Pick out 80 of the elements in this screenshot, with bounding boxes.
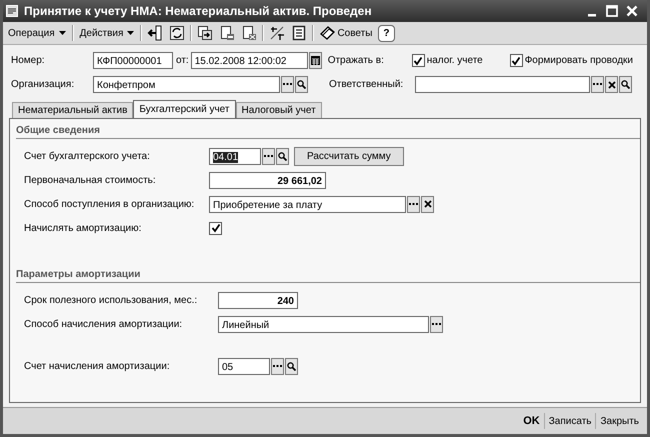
field-label: Способ начисления амортизации: bbox=[24, 318, 184, 330]
field-label: Счет начисления амортизации: bbox=[24, 360, 171, 372]
footer-button[interactable]: Закрыть bbox=[596, 416, 643, 426]
tab[interactable]: Бухгалтерский учет bbox=[133, 100, 236, 118]
input-field[interactable]: Линейный bbox=[218, 316, 429, 332]
choose-button[interactable] bbox=[407, 196, 420, 212]
footer-button[interactable]: Записать bbox=[544, 416, 596, 426]
search-icon bbox=[278, 152, 287, 160]
caret-icon bbox=[127, 31, 134, 35]
arrow-icon[interactable] bbox=[147, 25, 164, 41]
search-icon bbox=[287, 362, 296, 370]
checkbox-label: налог. учете bbox=[426, 55, 483, 66]
ellipsis-icon bbox=[264, 154, 273, 158]
choose-button[interactable] bbox=[430, 316, 443, 332]
field-label: Номер: bbox=[10, 55, 46, 66]
number-field[interactable]: КФП00000001 bbox=[93, 52, 173, 69]
choose-button[interactable] bbox=[271, 358, 284, 374]
calculate-button[interactable]: Рассчитать сумму bbox=[294, 146, 404, 166]
input-field[interactable]: 05 bbox=[218, 358, 270, 374]
ledger-icon[interactable] bbox=[269, 25, 286, 41]
organization-field[interactable]: Конфетпром bbox=[93, 76, 280, 93]
checkbox[interactable] bbox=[510, 54, 523, 67]
section-title: Параметры амортизации bbox=[16, 269, 640, 283]
search-icon bbox=[297, 80, 306, 89]
document-icon[interactable] bbox=[197, 25, 214, 41]
search-button[interactable] bbox=[619, 76, 632, 93]
ellipsis-icon bbox=[409, 202, 418, 206]
search-icon bbox=[621, 80, 630, 89]
calendar-button[interactable] bbox=[308, 52, 322, 69]
close-icon[interactable] bbox=[626, 5, 638, 17]
field-label: Срок полезного использования, мес.: bbox=[24, 294, 198, 306]
document-icon[interactable] bbox=[241, 25, 258, 41]
clear-button[interactable] bbox=[421, 196, 434, 212]
tab[interactable]: Нематериальный актив bbox=[12, 102, 134, 118]
close-icon bbox=[608, 80, 616, 88]
caret-icon bbox=[58, 31, 66, 35]
field-label: Отражать в: bbox=[328, 55, 385, 66]
document-icon[interactable] bbox=[219, 25, 236, 41]
search-button[interactable] bbox=[285, 358, 298, 374]
document-icon[interactable] bbox=[291, 25, 308, 41]
number-field[interactable]: 29 661,02 bbox=[209, 172, 326, 188]
choose-button[interactable] bbox=[262, 148, 275, 164]
number-field[interactable]: 240 bbox=[218, 292, 298, 308]
input-field[interactable]: 04.01 bbox=[209, 148, 261, 164]
search-button[interactable] bbox=[295, 76, 308, 93]
ellipsis-icon bbox=[283, 83, 292, 86]
ellipsis-icon bbox=[273, 364, 282, 368]
help-button[interactable]: ? bbox=[378, 24, 395, 42]
advice-button[interactable]: Советы bbox=[318, 26, 374, 40]
responsible-field[interactable] bbox=[415, 76, 590, 93]
ellipsis-icon bbox=[432, 322, 441, 326]
section-title: Общие сведения bbox=[16, 125, 640, 139]
footer-button[interactable]: OK bbox=[519, 415, 544, 427]
field-label: Способ поступления в организацию: bbox=[24, 198, 196, 210]
input-field[interactable]: Приобретение за плату bbox=[209, 196, 406, 212]
checkbox-label: Формировать проводки bbox=[524, 55, 633, 66]
checkbox[interactable] bbox=[412, 54, 425, 67]
choose-button[interactable] bbox=[281, 76, 294, 93]
menu-button[interactable]: Действия bbox=[78, 28, 136, 38]
document-icon bbox=[6, 5, 18, 17]
window-title: Принятие к учету НМА: Нематериальный актив. Проведен bbox=[24, 4, 373, 18]
checkbox[interactable] bbox=[209, 222, 222, 234]
close-icon bbox=[424, 200, 432, 208]
calendar-icon bbox=[310, 56, 320, 65]
book-icon bbox=[320, 26, 336, 40]
ellipsis-icon bbox=[593, 83, 602, 86]
field-label: Ответственный: bbox=[329, 79, 404, 90]
field-label: Первоначальная стоимость: bbox=[24, 174, 157, 186]
menu-button[interactable]: Операция bbox=[6, 28, 68, 38]
refresh-icon[interactable] bbox=[169, 25, 186, 41]
choose-button[interactable] bbox=[591, 76, 604, 93]
maximize-icon[interactable] bbox=[606, 5, 618, 17]
field-label: от: bbox=[176, 55, 189, 66]
search-button[interactable] bbox=[276, 148, 289, 164]
field-label: Организация: bbox=[10, 79, 76, 90]
date-field[interactable]: 15.02.2008 12:00:02 bbox=[190, 52, 308, 69]
clear-button[interactable] bbox=[605, 76, 618, 93]
field-label: Счет бухгалтерского учета: bbox=[24, 150, 151, 162]
field-label: Начислять амортизацию: bbox=[24, 222, 142, 234]
tab[interactable]: Налоговый учет bbox=[236, 102, 322, 118]
